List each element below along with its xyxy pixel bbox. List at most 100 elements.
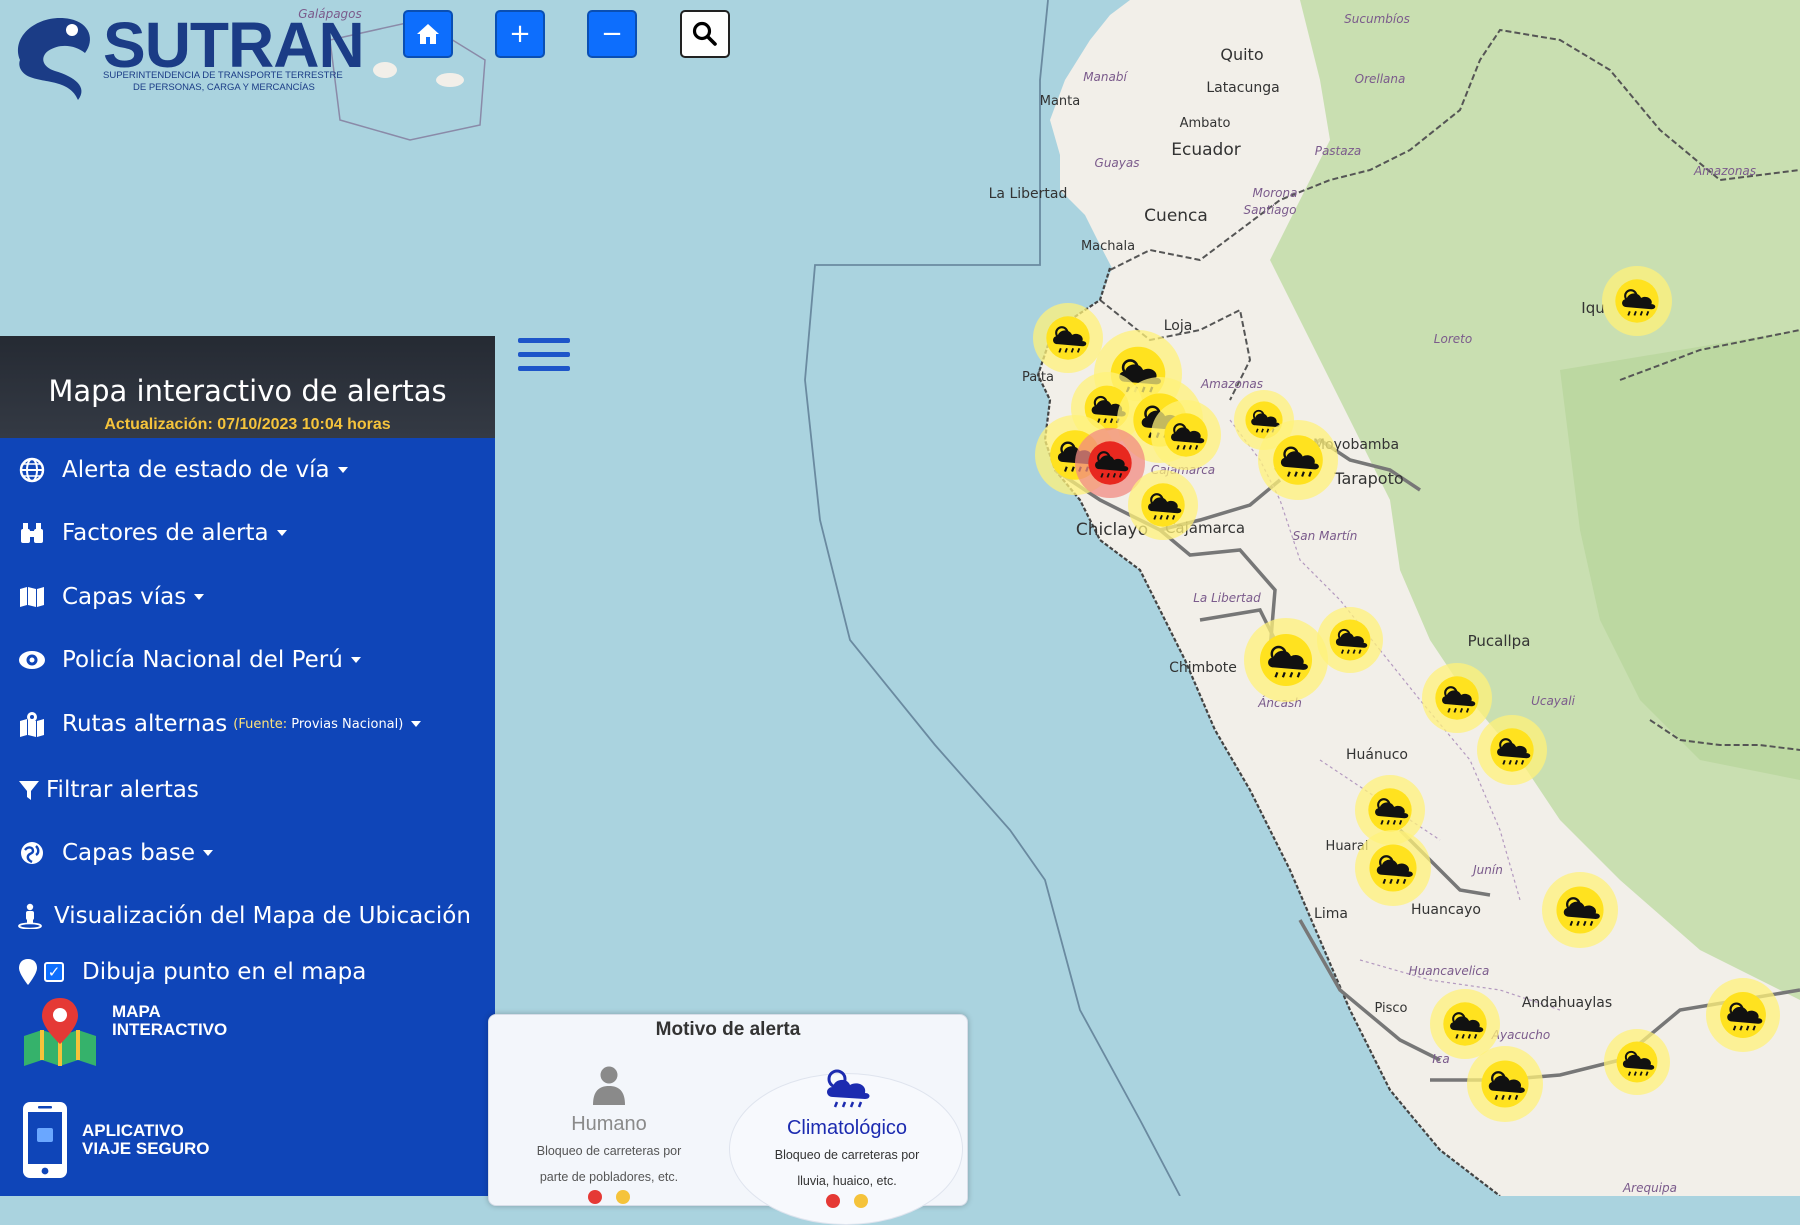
draw-point-checkbox[interactable]: ✓ (44, 962, 64, 982)
minus-icon: − (601, 19, 623, 49)
caret-down-icon (350, 657, 361, 663)
climate-alert-marker[interactable] (1477, 715, 1547, 785)
legend-humano-name: Humano (571, 1113, 647, 1135)
menu-label: Visualización del Mapa de Ubicación (54, 903, 471, 929)
hamburger-bar (518, 338, 570, 343)
home-button[interactable] (403, 10, 453, 58)
promo-app-line1: APLICATIVO (82, 1121, 184, 1140)
menu-rutas-alternas[interactable]: Rutas alternas (Fuente: Provias Nacional… (18, 710, 422, 738)
map-label: La Libertad (989, 186, 1068, 202)
logo-subtitle: SUPERINTENDENCIA DE TRANSPORTE TERRESTRE… (103, 70, 383, 94)
map-label: La Libertad (1193, 591, 1261, 605)
menu-label: Policía Nacional del Perú (62, 647, 343, 673)
map-label: Ayacucho (1491, 1028, 1550, 1042)
eye-icon (18, 646, 46, 674)
filter-icon (18, 776, 40, 804)
hamburger-bar (518, 352, 570, 357)
map-label: Machala (1081, 239, 1135, 254)
climate-alert-marker[interactable] (1602, 266, 1672, 336)
search-button[interactable] (680, 10, 730, 58)
logo-subtitle-line2: DE PERSONAS, CARGA Y MERCANCÍAS (133, 82, 315, 93)
map-label: Huancavelica (1409, 964, 1490, 978)
menu-visualizacion-mapa-ubicacion[interactable]: Visualización del Mapa de Ubicación (18, 902, 471, 930)
map-label: Manabí (1083, 70, 1128, 84)
legend-climatologico-levels (742, 1194, 952, 1208)
map-label: Huancayo (1411, 902, 1481, 918)
level-red-dot (588, 1190, 602, 1204)
map-label: Huánuco (1346, 747, 1408, 763)
alert-reason-legend: Motivo de alerta Humano Bloqueo de carre… (488, 1014, 968, 1225)
map-label: Pisco (1374, 1001, 1407, 1016)
menu-alerta-estado-via[interactable]: Alerta de estado de vía (18, 456, 348, 484)
interactive-map-icon (24, 998, 96, 1066)
menu-factores-alerta[interactable]: Factores de alerta (18, 519, 287, 547)
legend-humano[interactable]: Humano Bloqueo de carreteras por parte d… (504, 1065, 714, 1204)
menu-toggle-button[interactable] (518, 338, 570, 376)
menu-capas-base[interactable]: Capas base (18, 839, 213, 867)
climate-alert-marker[interactable] (1033, 303, 1103, 373)
promo-map-line1: MAPA (112, 1002, 161, 1021)
sidebar-header: Mapa interactivo de alertas Actualizació… (0, 336, 495, 438)
climate-alert-marker[interactable] (1355, 830, 1431, 906)
map-label: Junín (1471, 863, 1503, 877)
legend-climatologico-desc: Bloqueo de carreteras por lluvia, huaico… (742, 1142, 952, 1194)
legend-humano-desc-line1: Bloqueo de carreteras por (536, 1144, 682, 1158)
map-label: Pastaza (1315, 144, 1362, 158)
legend-title: Motivo de alerta (655, 1019, 801, 1040)
level-red-dot (826, 1194, 840, 1208)
source-name: Provias Nacional) (291, 716, 404, 732)
map-label: Ecuador (1171, 140, 1240, 160)
legend-humano-levels (504, 1190, 714, 1204)
zoom-in-button[interactable]: + (495, 10, 545, 58)
climate-alert-marker[interactable] (1604, 1029, 1670, 1095)
level-yellow-dot (616, 1190, 630, 1204)
globe-icon (18, 456, 46, 484)
climate-alert-marker[interactable] (1151, 400, 1221, 470)
map-pin-icon (18, 958, 38, 986)
zoom-out-button[interactable]: − (587, 10, 637, 58)
map-label: Andahuaylas (1522, 995, 1612, 1011)
legend-humano-desc: Bloqueo de carreteras por parte de pobla… (504, 1138, 714, 1190)
map-label: Guayas (1095, 156, 1140, 170)
menu-label: Dibuja punto en el mapa (82, 959, 367, 985)
climate-alert-marker[interactable] (1467, 1046, 1543, 1122)
menu-filtrar-alertas[interactable]: Filtrar alertas (18, 776, 199, 804)
smartphone-icon (23, 1102, 67, 1178)
map-label: Latacunga (1206, 80, 1279, 96)
search-icon (692, 21, 717, 46)
climate-alert-marker[interactable] (1128, 470, 1198, 540)
menu-capas-vias[interactable]: Capas vías (18, 583, 205, 611)
map-label: Arequipa (1622, 1181, 1677, 1195)
menu-policia-nacional[interactable]: Policía Nacional del Perú (18, 646, 361, 674)
sidebar-title: Mapa interactivo de alertas (48, 374, 447, 408)
climate-alert-marker[interactable] (1430, 989, 1500, 1059)
map-label: Morona (1253, 186, 1298, 200)
menu-dibuja-punto[interactable]: ✓ Dibuja punto en el mapa (18, 958, 366, 986)
map-label: Amazonas (1693, 164, 1756, 178)
climate-alert-marker[interactable] (1317, 607, 1383, 673)
climate-alert-marker[interactable] (1706, 978, 1780, 1052)
street-view-icon (18, 902, 42, 930)
map-label: San Martín (1293, 529, 1358, 543)
climate-alert-marker[interactable] (1244, 618, 1328, 702)
menu-label: Alerta de estado de vía (62, 457, 330, 483)
sutran-swoosh-icon (18, 18, 90, 101)
map-label: Ica (1432, 1052, 1450, 1066)
promo-aplicativo-viaje-seguro[interactable]: APLICATIVO VIAJE SEGURO (20, 1100, 210, 1180)
climate-alert-marker[interactable] (1258, 420, 1338, 500)
promo-mapa-interactivo[interactable]: MAPA INTERACTIVO (20, 996, 227, 1070)
legend-climatologico[interactable]: Climatológico Bloqueo de carreteras por … (742, 1065, 952, 1208)
map-label: Santiago (1244, 203, 1297, 217)
legend-climatologico-desc-line2: lluvia, huaico, etc. (797, 1174, 897, 1188)
caret-down-icon (411, 721, 422, 727)
climate-alert-marker[interactable] (1422, 663, 1492, 733)
map-label: Loja (1164, 318, 1193, 334)
menu-label: Filtrar alertas (46, 777, 199, 803)
route-map-icon (18, 710, 46, 738)
map-label: Paita (1022, 370, 1054, 385)
caret-down-icon (337, 467, 348, 473)
climate-alert-marker[interactable] (1542, 872, 1618, 948)
caret-down-icon (194, 594, 205, 600)
map-icon (18, 583, 46, 611)
map-label: Quito (1220, 45, 1263, 64)
